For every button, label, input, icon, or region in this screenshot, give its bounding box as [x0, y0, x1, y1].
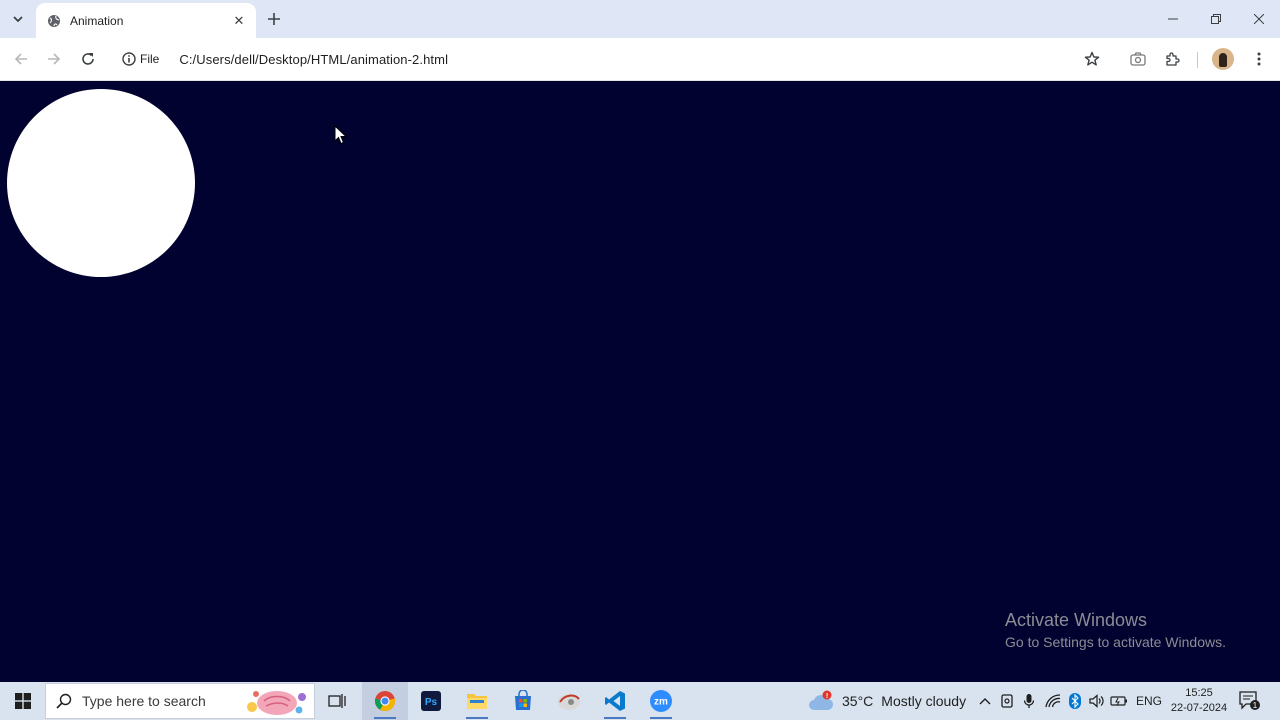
speaker-icon	[1089, 694, 1104, 708]
activate-windows-watermark: Activate Windows Go to Settings to activ…	[1005, 609, 1226, 651]
close-window-button[interactable]	[1237, 0, 1280, 38]
notification-center-button[interactable]: 1	[1238, 690, 1262, 712]
forward-arrow-icon	[48, 53, 61, 65]
minimize-icon	[1167, 18, 1178, 20]
tray-microphone-button[interactable]	[1020, 692, 1038, 710]
search-icon	[56, 693, 72, 709]
bluetooth-icon	[1069, 693, 1081, 709]
notification-icon: 1	[1239, 691, 1260, 710]
bookmark-star-button[interactable]	[1078, 45, 1106, 73]
tray-network-button[interactable]	[1044, 692, 1062, 710]
menu-button[interactable]	[1245, 45, 1273, 73]
tray-battery-button[interactable]	[1110, 692, 1128, 710]
forward-button[interactable]	[40, 45, 68, 73]
tab-strip: Animation ✕	[0, 0, 1280, 38]
tray-bluetooth-button[interactable]	[1066, 692, 1084, 710]
window-controls	[1151, 0, 1280, 38]
browser-tab[interactable]: Animation ✕	[36, 3, 256, 38]
taskbar-clock[interactable]: 15:25 22-07-2024	[1168, 686, 1230, 716]
chevron-up-icon	[979, 698, 991, 705]
url-text[interactable]: C:/Users/dell/Desktop/HTML/animation-2.h…	[179, 52, 448, 67]
chevron-down-icon	[13, 16, 23, 23]
tab-search-button[interactable]	[6, 7, 30, 31]
reload-button[interactable]	[74, 45, 102, 73]
taskbar: Type here to search Ps zm ! 35°C Mostly …	[0, 682, 1280, 720]
tab-title: Animation	[70, 13, 124, 28]
globe-icon	[46, 13, 62, 29]
info-icon	[122, 52, 136, 66]
reload-icon	[82, 53, 94, 65]
search-highlight-art-icon	[247, 691, 306, 715]
zoom-icon: zm	[650, 690, 672, 712]
battery-icon	[1110, 696, 1127, 706]
chrome-icon	[374, 691, 396, 712]
weather-widget[interactable]: ! 35°C Mostly cloudy	[808, 682, 966, 720]
microphone-icon	[1023, 694, 1035, 708]
vscode-icon	[605, 691, 625, 711]
notification-count: 1	[1253, 701, 1258, 710]
svg-text:Ps: Ps	[425, 697, 438, 708]
app-icon	[558, 694, 580, 710]
star-icon	[1084, 51, 1100, 66]
weather-temperature: 35°C	[842, 693, 874, 709]
tray-volume-button[interactable]	[1088, 692, 1106, 710]
language-indicator[interactable]: ENG	[1136, 694, 1162, 708]
toolbar-divider	[1197, 52, 1198, 68]
taskbar-vscode[interactable]	[592, 682, 638, 720]
back-arrow-icon	[14, 53, 27, 65]
cloud-icon: !	[809, 690, 834, 710]
taskbar-photoshop[interactable]: Ps	[408, 682, 454, 720]
new-tab-button[interactable]	[262, 7, 286, 31]
address-bar[interactable]: File C:/Users/dell/Desktop/HTML/animatio…	[112, 43, 1110, 75]
profile-avatar[interactable]	[1212, 48, 1234, 70]
watermark-title: Activate Windows	[1005, 610, 1148, 630]
mouse-cursor-icon	[334, 125, 348, 145]
site-info-button[interactable]: File	[120, 47, 165, 71]
start-button[interactable]	[0, 682, 45, 720]
restore-icon	[1210, 14, 1221, 24]
taskbar-task-view[interactable]	[314, 682, 360, 720]
device-icon	[1001, 694, 1013, 708]
photoshop-icon: Ps	[421, 691, 441, 711]
svg-text:zm: zm	[654, 697, 668, 708]
page-viewport: Activate Windows Go to Settings to activ…	[0, 82, 1280, 682]
site-info-label: File	[140, 52, 160, 66]
weather-condition: Mostly cloudy	[881, 693, 967, 709]
watermark-subtitle: Go to Settings to activate Windows.	[1005, 634, 1226, 650]
taskbar-zoom[interactable]: zm	[638, 682, 684, 720]
puzzle-icon	[1166, 52, 1180, 66]
animated-circle	[7, 89, 195, 277]
minimize-button[interactable]	[1151, 0, 1194, 38]
clock-time: 15:25	[1185, 687, 1213, 699]
back-button[interactable]	[7, 45, 35, 73]
weather-alert-badge: !	[826, 693, 828, 700]
screenshot-button[interactable]	[1124, 45, 1152, 73]
plus-icon	[268, 13, 280, 25]
store-icon	[515, 690, 531, 710]
taskbar-file-explorer[interactable]	[454, 682, 500, 720]
folder-icon	[467, 694, 487, 709]
taskbar-microsoft-store[interactable]	[500, 682, 546, 720]
wifi-icon	[1045, 694, 1061, 708]
close-tab-icon[interactable]: ✕	[230, 12, 248, 30]
search-placeholder: Type here to search	[82, 693, 206, 709]
browser-toolbar: File C:/Users/dell/Desktop/HTML/animatio…	[0, 38, 1280, 81]
task-view-icon	[328, 694, 346, 708]
more-vert-icon	[1257, 52, 1261, 66]
extensions-button[interactable]	[1159, 45, 1187, 73]
taskbar-app[interactable]	[546, 682, 592, 720]
camera-icon	[1130, 52, 1146, 66]
tray-meet-button[interactable]	[998, 692, 1016, 710]
windows-logo-icon	[14, 693, 31, 709]
close-icon	[1253, 14, 1264, 24]
tray-overflow-button[interactable]	[976, 692, 994, 710]
taskbar-chrome[interactable]	[362, 682, 408, 720]
taskbar-search[interactable]: Type here to search	[45, 683, 315, 719]
restore-button[interactable]	[1194, 0, 1237, 38]
clock-date: 22-07-2024	[1170, 702, 1228, 714]
